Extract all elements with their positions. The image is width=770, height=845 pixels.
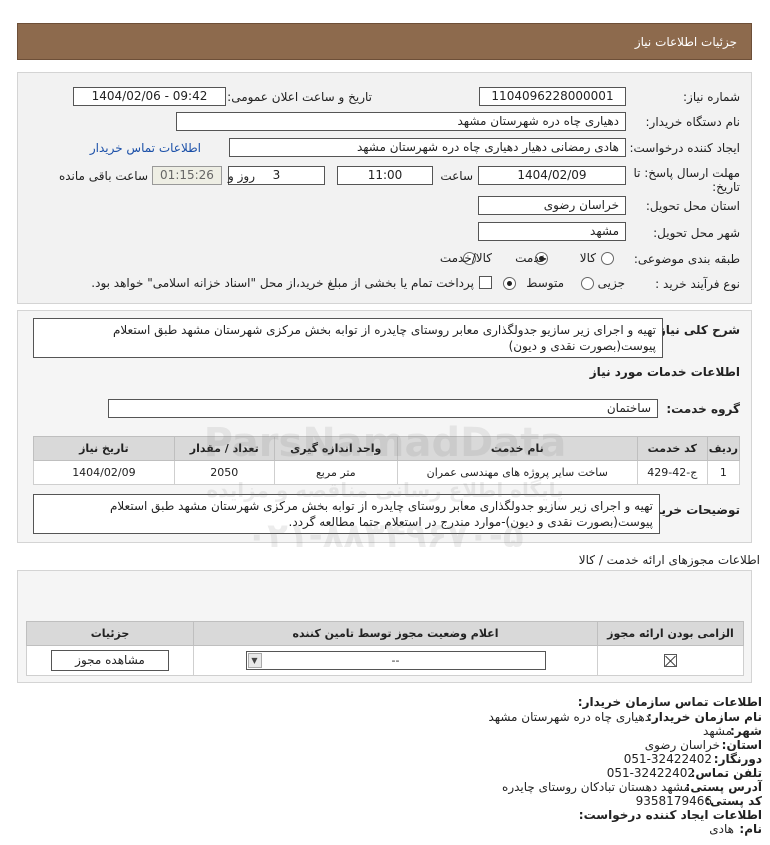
description-box: تهیه و اجرای زیر سازیو جدولگذاری معابر ر… <box>33 318 663 358</box>
page-header: جزئیات اطلاعات نیاز <box>17 23 752 60</box>
treasury-payment-checkbox[interactable] <box>479 276 492 289</box>
buyer-org-field: دهیاری چاه دره شهرستان مشهد <box>176 112 626 131</box>
table-row: 1 ج-42-429 ساخت سایر پروژه های مهندسی عم… <box>33 460 741 485</box>
col-row: ردیف <box>706 436 741 461</box>
city-label: شهر محل تحویل: <box>653 226 740 240</box>
buyer-org-label: نام دستگاه خریدار: <box>645 115 741 129</box>
remaining-time-label: ساعت باقی مانده <box>58 169 148 183</box>
creator-info-title: اطلاعات ایجاد کننده درخواست: <box>578 808 762 822</box>
creator-name-value: هادی <box>709 822 734 836</box>
creator-name-label: نام: <box>739 822 762 836</box>
col-unit: واحد اندازه گیری <box>273 436 398 461</box>
permit-status-value: -- <box>391 654 400 667</box>
cell-row: 1 <box>706 460 741 485</box>
category-label: طبقه بندی موضوعی: <box>633 252 740 266</box>
deadline-date-field: 1404/02/09 <box>478 166 626 185</box>
process-radio-medium[interactable] <box>502 277 516 290</box>
permits-table-header: الزامی بودن ارائه مجوز اعلام وضعیت مجوز … <box>26 621 744 646</box>
need-number-field: 1104096228000001 <box>479 87 626 106</box>
contact-title: اطلاعات تماس سازمان خریدار: <box>577 695 762 709</box>
cell-quantity: 2050 <box>173 460 275 485</box>
col-code: کد خدمت <box>636 436 708 461</box>
cell-permit-status: -- ▼ <box>193 645 598 676</box>
cell-permit-details: مشاهده مجوز <box>26 645 194 676</box>
deadline-time-label: ساعت <box>440 169 473 183</box>
category-option-service: خدمت <box>515 251 547 265</box>
treasury-payment-note: پرداخت تمام یا بخشی از مبلغ خرید،از محل … <box>91 276 474 290</box>
col-permit-details: جزئیات <box>26 621 194 646</box>
contact-org-value: دهیاری چاه دره شهرستان مشهد <box>488 710 651 724</box>
view-permit-button[interactable]: مشاهده مجوز <box>51 650 169 671</box>
process-radio-minor[interactable] <box>580 277 594 290</box>
cell-name: ساخت سایر پروژه های مهندسی عمران <box>396 460 638 485</box>
buyer-contact-link[interactable]: اطلاعات تماس خریدار <box>90 141 201 155</box>
deadline-date-label: تاریخ: <box>712 180 740 194</box>
chevron-down-icon[interactable]: ▼ <box>247 653 262 668</box>
permits-table: الزامی بودن ارائه مجوز اعلام وضعیت مجوز … <box>26 621 744 676</box>
col-quantity: تعداد / مقدار <box>173 436 275 461</box>
province-label: استان محل تحویل: <box>645 199 740 213</box>
permit-status-select[interactable]: -- ▼ <box>245 651 546 670</box>
process-option-minor: جزیی <box>597 276 625 290</box>
creator-field: هادی رمضانی دهیار دهیاری چاه دره شهرستان… <box>229 138 626 157</box>
col-permit-status: اعلام وضعیت مجوز توسط تامین کننده <box>193 621 598 646</box>
col-date: تاریخ نیاز <box>33 436 175 461</box>
permit-required-checkbox[interactable] <box>664 654 677 667</box>
province-field: خراسان رضوی <box>478 196 626 215</box>
category-radio-goods[interactable] <box>601 252 614 265</box>
services-table: ردیف کد خدمت نام خدمت واحد اندازه گیری ت… <box>33 436 741 485</box>
service-group-label: گروه خدمت: <box>666 402 740 416</box>
permits-title: اطلاعات مجوزهای ارائه خدمت / کالا <box>578 553 760 567</box>
announce-date-field: 1404/02/06 - 09:42 <box>73 87 226 106</box>
cell-code: ج-42-429 <box>636 460 708 485</box>
remaining-time-field: 01:15:26 <box>152 166 222 185</box>
col-name: نام خدمت <box>396 436 638 461</box>
services-section-title: اطلاعات خدمات مورد نیاز <box>589 365 740 379</box>
deadline-time-field: 11:00 <box>337 166 433 185</box>
cell-date: 1404/02/09 <box>33 460 175 485</box>
buyer-notes-box: تهیه و اجرای زیر سازیو جدولگذاری معابر ر… <box>33 494 660 534</box>
category-option-both: کالا/خدمت <box>439 251 492 265</box>
deadline-label: مهلت ارسال پاسخ: تا <box>633 166 740 180</box>
city-field: مشهد <box>478 222 626 241</box>
days-label: روز و <box>228 169 255 183</box>
process-option-medium: متوسط <box>526 276 564 290</box>
page-title: جزئیات اطلاعات نیاز <box>634 35 737 49</box>
process-label: نوع فرآیند خرید : <box>655 277 740 291</box>
cell-unit: متر مربع <box>273 460 398 485</box>
col-permit-required: الزامی بودن ارائه مجوز <box>597 621 744 646</box>
need-info-panel <box>17 72 752 304</box>
category-option-goods: کالا <box>579 251 596 265</box>
need-number-label: شماره نیاز: <box>683 90 740 104</box>
creator-label: ایجاد کننده درخواست: <box>629 141 740 155</box>
service-group-field: ساختمان <box>108 399 658 418</box>
description-label: شرح کلی نیاز: <box>654 323 740 337</box>
announce-date-label: تاریخ و ساعت اعلان عمومی: <box>227 90 372 104</box>
permits-row: -- ▼ مشاهده مجوز <box>26 645 744 676</box>
cell-permit-required <box>597 645 744 676</box>
services-table-header: ردیف کد خدمت نام خدمت واحد اندازه گیری ت… <box>33 436 741 461</box>
